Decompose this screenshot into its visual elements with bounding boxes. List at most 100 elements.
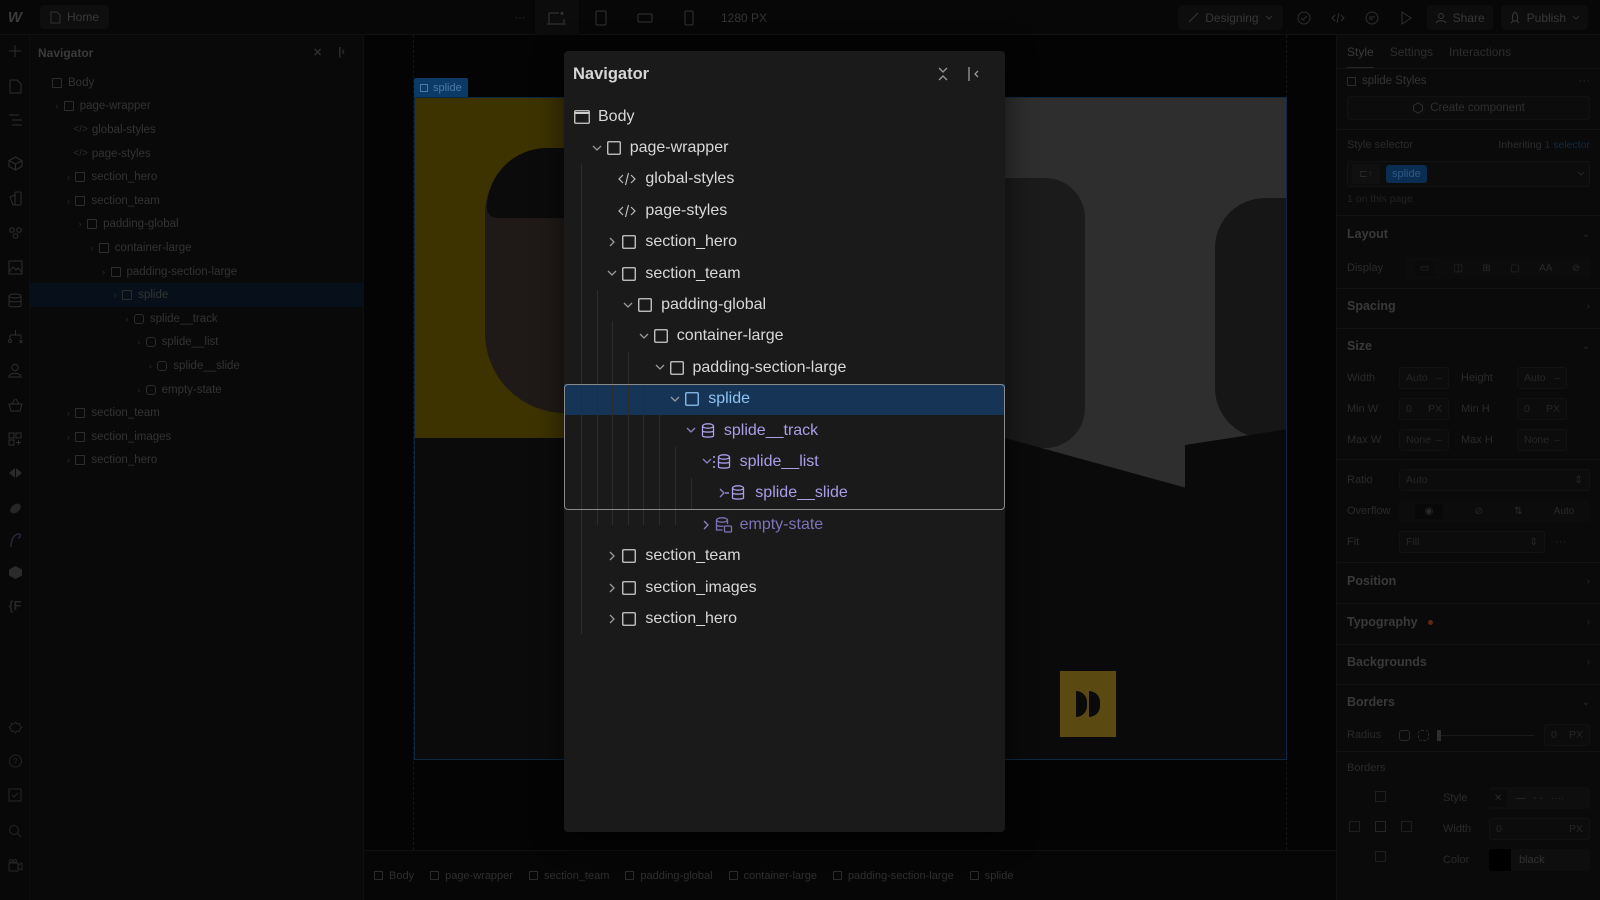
search-button[interactable] <box>5 821 25 841</box>
cms-panel-button[interactable] <box>5 291 25 311</box>
video-tutorials-button[interactable] <box>5 855 25 875</box>
overflow-visible-icon[interactable]: ◉ <box>1414 503 1444 519</box>
border-style-dotted-icon[interactable]: ···· <box>1551 793 1564 804</box>
display-none-icon[interactable]: ⊘ <box>1572 263 1580 274</box>
border-style-none-icon[interactable]: ✕ <box>1489 789 1508 807</box>
chevron-icon[interactable]: › <box>110 290 120 300</box>
style-selectors-panel-button[interactable] <box>5 222 25 242</box>
border-left-button[interactable] <box>1349 821 1360 832</box>
chevron-down-icon[interactable] <box>606 268 618 280</box>
section-typography[interactable]: Typography › <box>1347 615 1590 629</box>
breadcrumb-item[interactable]: padding-global <box>625 870 713 882</box>
navigator-item-section-hero[interactable]: section_hero <box>564 603 1005 634</box>
chevron-icon[interactable]: › <box>63 432 73 442</box>
radius-individual-icon[interactable] <box>1418 729 1429 741</box>
navigator-item-padding-section-large[interactable]: padding-section-large <box>564 352 1005 383</box>
bg-navigator-item[interactable]: › padding-global <box>30 213 363 237</box>
bg-navigator-item[interactable]: › container-large <box>30 236 363 260</box>
chevron-icon[interactable]: › <box>87 243 97 253</box>
share-button[interactable]: Share <box>1426 5 1493 30</box>
breadcrumb-item[interactable]: section_team <box>528 870 609 882</box>
chevron-down-icon[interactable] <box>591 142 603 154</box>
more-breakpoints-button[interactable]: ··· <box>505 0 535 35</box>
navigator-item-splide--track[interactable]: splide__track <box>564 415 1005 446</box>
tab-interactions[interactable]: Interactions <box>1449 45 1511 59</box>
border-top-button[interactable] <box>1375 791 1386 802</box>
chevron-right-icon[interactable] <box>701 519 713 531</box>
bg-navigator-item[interactable]: › splide__list <box>30 331 363 355</box>
breadcrumb-item[interactable]: container-large <box>728 870 817 882</box>
bg-navigator-item[interactable]: › section_team <box>30 401 363 425</box>
chevron-icon[interactable]: › <box>63 196 73 206</box>
chevron-icon[interactable]: › <box>145 361 155 371</box>
border-all-button[interactable] <box>1375 821 1386 832</box>
section-borders[interactable]: Borders ⌄ <box>1347 695 1590 709</box>
more-options-icon[interactable]: ··· <box>1579 75 1591 87</box>
app-button-1[interactable] <box>5 463 25 483</box>
collapse-all-icon[interactable]: ✕ <box>313 46 322 59</box>
border-bottom-button[interactable] <box>1375 851 1386 862</box>
chevron-icon[interactable]: › <box>63 172 73 182</box>
dock-panel-button[interactable] <box>964 65 984 83</box>
chevron-icon[interactable]: › <box>99 267 109 277</box>
max-width-input[interactable]: None – <box>1399 429 1449 451</box>
ratio-select[interactable]: Auto ⇕ <box>1399 469 1590 491</box>
logic-panel-button[interactable] <box>5 326 25 346</box>
overflow-scroll-icon[interactable]: ⇅ <box>1514 506 1522 517</box>
breadcrumb-item[interactable]: padding-section-large <box>832 870 954 882</box>
bg-navigator-item[interactable]: › splide <box>30 283 363 307</box>
breadcrumb-item[interactable]: page-wrapper <box>430 870 513 882</box>
navigator-item-section-images[interactable]: section_images <box>564 572 1005 603</box>
chevron-right-icon[interactable] <box>606 582 618 594</box>
chevron-icon[interactable]: › <box>63 408 73 418</box>
display-flex-icon[interactable]: ◫ <box>1454 263 1463 274</box>
breakpoint-mobile-landscape-button[interactable] <box>623 0 667 35</box>
navigator-item-section-team[interactable]: section_team <box>564 258 1005 289</box>
more-options-icon[interactable]: ··· <box>1555 536 1567 548</box>
color-swatch[interactable] <box>1489 849 1511 871</box>
style-selector-field[interactable]: ⊏↑ splide <box>1347 161 1590 187</box>
chevron-icon[interactable]: › <box>75 219 85 229</box>
display-grid-icon[interactable]: ⊞ <box>1482 263 1490 274</box>
section-position[interactable]: Position › <box>1347 574 1590 588</box>
bg-navigator-item[interactable]: › splide__slide <box>30 354 363 378</box>
radius-all-icon[interactable] <box>1399 729 1410 741</box>
assets-panel-button[interactable] <box>5 257 25 277</box>
bg-navigator-item[interactable]: › splide__track <box>30 307 363 331</box>
inheriting-info[interactable]: Inheriting 1 selector <box>1498 139 1590 151</box>
chevron-down-icon[interactable] <box>638 330 650 342</box>
comments-button[interactable] <box>1359 5 1385 31</box>
breakpoint-mobile-portrait-button[interactable] <box>667 0 711 35</box>
section-layout[interactable]: Layout ⌄ <box>1347 227 1590 241</box>
breakpoint-desktop-button[interactable] <box>535 0 579 35</box>
chevron-icon[interactable]: › <box>134 385 144 395</box>
app-button-4[interactable] <box>5 562 25 582</box>
page-selector-button[interactable]: Home <box>40 5 110 29</box>
max-height-input[interactable]: None – <box>1517 429 1567 451</box>
navigator-item-splide[interactable]: splide <box>564 383 1005 415</box>
chevron-right-icon[interactable] <box>606 550 618 562</box>
bg-navigator-item[interactable]: Body <box>30 71 363 95</box>
navigator-item-section-hero[interactable]: section_hero <box>564 227 1005 258</box>
breadcrumb-item[interactable]: splide <box>969 870 1013 882</box>
bg-navigator-item[interactable]: › section_hero <box>30 165 363 189</box>
width-input[interactable]: Auto – <box>1399 367 1449 389</box>
section-size[interactable]: Size ⌄ <box>1347 339 1590 353</box>
chevron-down-icon[interactable] <box>1577 171 1585 177</box>
components-panel-button[interactable] <box>5 153 25 173</box>
bg-navigator-item[interactable]: › page-wrapper <box>30 95 363 119</box>
radius-slider[interactable] <box>1437 729 1534 741</box>
chevron-down-icon[interactable] <box>622 299 634 311</box>
audit-button[interactable] <box>1291 5 1317 31</box>
bg-navigator-item[interactable]: › section_hero <box>30 449 363 473</box>
webflow-logo[interactable]: W <box>0 0 30 35</box>
chevron-down-icon[interactable] <box>685 425 697 437</box>
navigator-item-empty-state[interactable]: empty-state <box>564 509 1005 540</box>
section-spacing[interactable]: Spacing › <box>1347 299 1590 313</box>
bg-navigator-item[interactable]: › section_images <box>30 425 363 449</box>
code-export-button[interactable] <box>1325 5 1351 31</box>
radius-input[interactable]: 0 PX <box>1544 724 1590 746</box>
fit-select[interactable]: Fill ⇕ <box>1399 531 1545 553</box>
collapse-all-button[interactable] <box>934 65 952 83</box>
app-button-3[interactable] <box>5 530 25 550</box>
